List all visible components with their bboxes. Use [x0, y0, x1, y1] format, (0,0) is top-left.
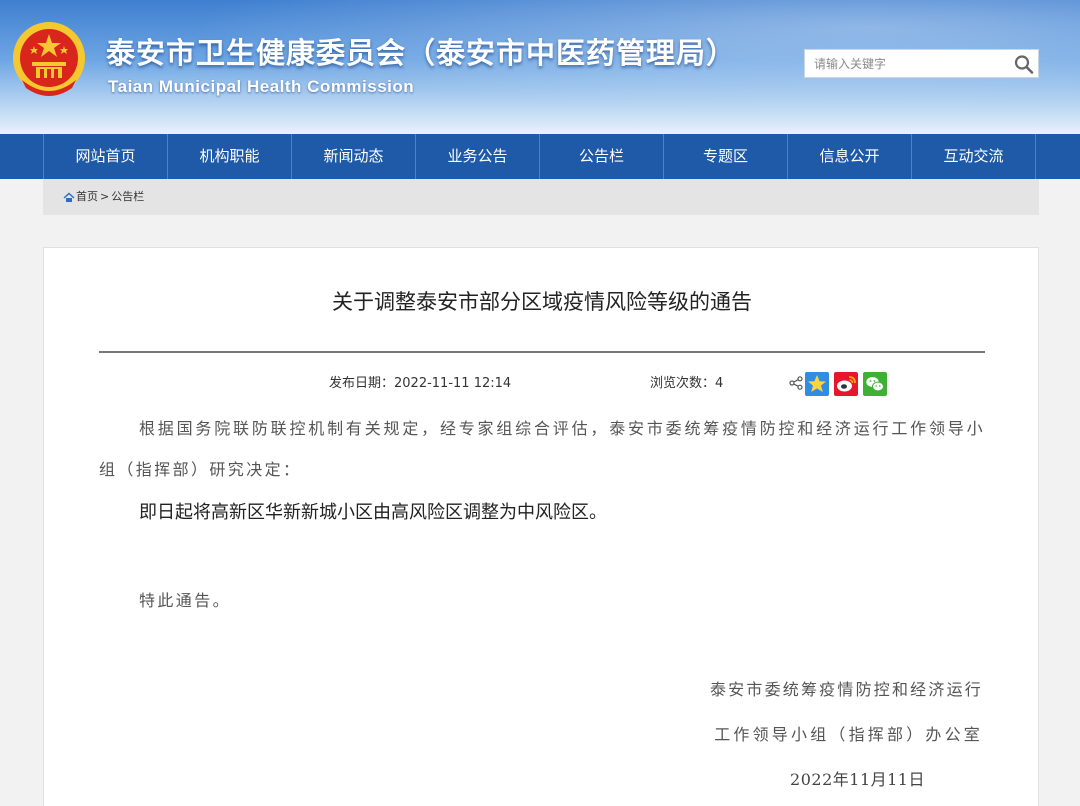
article-title: 关于调整泰安市部分区域疫情风险等级的通告: [332, 290, 752, 314]
breadcrumb-current[interactable]: 公告栏: [111, 179, 144, 215]
view-count-label: 浏览次数：: [650, 376, 716, 391]
article-paragraph-intro: 根据国务院联防联控机制有关规定，经专家组综合评估，泰安市委统筹疫情防控和经济运行…: [99, 419, 985, 479]
main-nav: 网站首页 机构职能 新闻动态 业务公告 公告栏 专题区 信息公开 互动交流: [0, 134, 1080, 179]
share-toolbar: [789, 372, 889, 396]
breadcrumb: 首页 > 公告栏: [43, 179, 1039, 215]
nav-item-announcements[interactable]: 业务公告: [416, 134, 540, 179]
publish-date-label: 发布日期：: [329, 376, 395, 391]
breadcrumb-separator: >: [100, 190, 110, 203]
site-header: 泰安市卫生健康委员会（泰安市中医药管理局） Taian Municipal He…: [0, 0, 1080, 134]
signature-organization-line2: 工作领导小组（指挥部）办公室: [714, 725, 983, 744]
site-title: 泰安市卫生健康委员会（泰安市中医药管理局）: [106, 36, 737, 70]
breadcrumb-home[interactable]: 首页: [76, 179, 98, 215]
nav-item-bulletin[interactable]: 公告栏: [540, 134, 664, 179]
site-title-english: Taian Municipal Health Commission: [108, 77, 415, 96]
nav-item-functions[interactable]: 机构职能: [168, 134, 292, 179]
home-icon: [63, 192, 75, 202]
nav-item-home[interactable]: 网站首页: [44, 134, 168, 179]
title-divider: [99, 351, 985, 353]
qzone-icon[interactable]: [805, 372, 829, 396]
national-emblem-icon: [13, 22, 85, 96]
nav-item-disclosure[interactable]: 信息公开: [788, 134, 912, 179]
view-count: 浏览次数：4: [650, 372, 723, 391]
publish-date: 发布日期：2022-11-11 12:14: [329, 372, 511, 391]
article-panel: 关于调整泰安市部分区域疫情风险等级的通告 发布日期：2022-11-11 12:…: [43, 247, 1039, 806]
search-icon[interactable]: [1013, 54, 1035, 74]
signature-organization-line1: 泰安市委统筹疫情防控和经济运行: [709, 680, 983, 699]
article-paragraph-decision: 即日起将高新区华新新城小区由高风险区调整为中风险区。: [139, 502, 607, 523]
wechat-icon[interactable]: [863, 372, 887, 396]
nav-item-news[interactable]: 新闻动态: [292, 134, 416, 179]
search-box: [804, 49, 1039, 78]
share-icon[interactable]: [789, 376, 803, 390]
weibo-icon[interactable]: [834, 372, 858, 396]
article-paragraph-closing: 特此通告。: [139, 591, 232, 610]
publish-date-value: 2022-11-11 12:14: [394, 376, 512, 391]
nav-item-interaction[interactable]: 互动交流: [912, 134, 1036, 179]
view-count-value: 4: [715, 376, 724, 391]
nav-item-topics[interactable]: 专题区: [664, 134, 788, 179]
signature-date: 2022年11月11日: [790, 770, 925, 789]
search-input[interactable]: [805, 50, 1005, 77]
